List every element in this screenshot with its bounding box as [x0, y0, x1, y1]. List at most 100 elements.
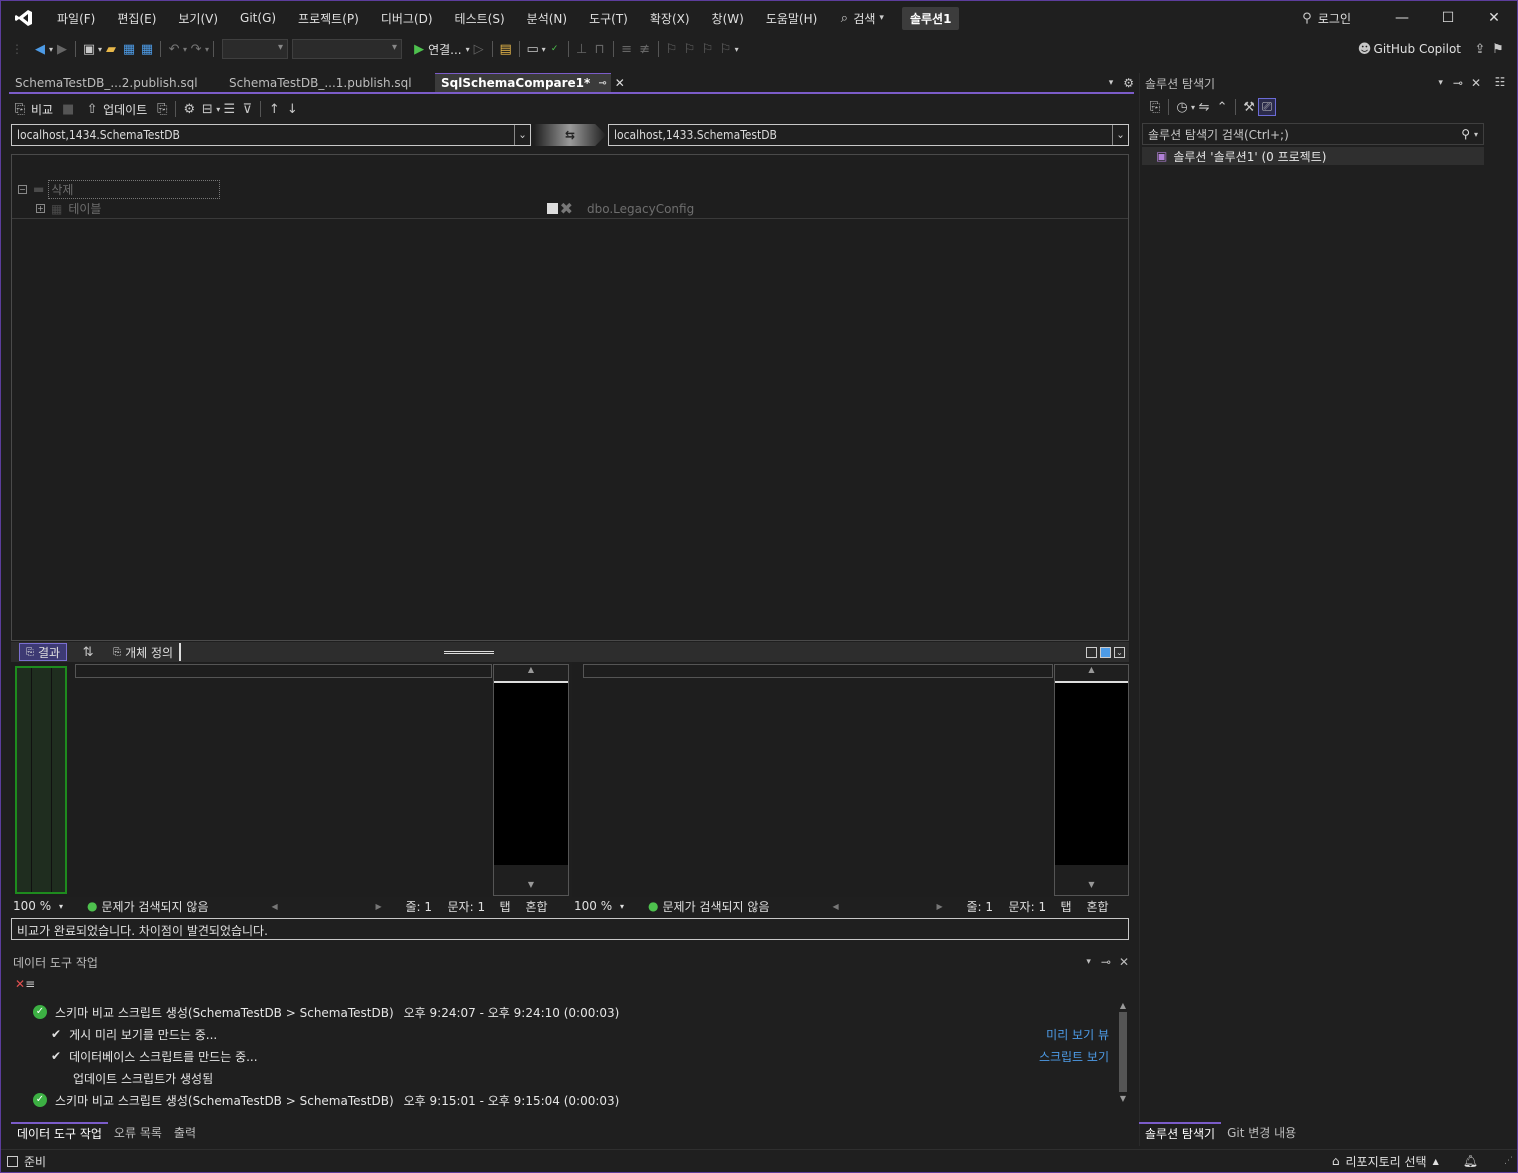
bookmark-next-icon[interactable]: ⚐ [699, 40, 717, 58]
start-without-debug-icon[interactable]: ▷ [470, 40, 488, 58]
configuration-combo[interactable] [222, 39, 289, 59]
minimize-button[interactable]: — [1379, 10, 1425, 26]
splitter-grip[interactable] [181, 650, 1086, 654]
tab-publish-2[interactable]: SchemaTestDB_...2.publish.sql [9, 73, 223, 92]
collapse-pane-icon[interactable]: ⌄ [1114, 646, 1125, 658]
chevron-down-icon[interactable]: ▾ [59, 902, 63, 911]
sort-icon[interactable]: ⇅ [79, 643, 97, 661]
menu-git[interactable]: Git(G) [240, 11, 276, 25]
view-script-link[interactable]: 스크립트 보기 [1039, 1048, 1109, 1065]
bookmark-prev-icon[interactable]: ⚐ [681, 40, 699, 58]
login-button[interactable]: ⚲ 로그인 [1298, 9, 1351, 27]
tab-solution-explorer[interactable]: 솔루션 탐색기 [1139, 1122, 1222, 1142]
menu-tools[interactable]: 도구(T) [589, 10, 628, 27]
scroll-left-icon[interactable]: ◀ [272, 902, 376, 911]
generate-script-icon[interactable]: ⎘ [153, 100, 171, 118]
tree-row-table[interactable]: + ▦ 테이블 ✖ dbo.LegacyConfig [12, 199, 1128, 219]
scroll-left-icon[interactable]: ◀ [833, 902, 937, 911]
chevron-down-icon[interactable]: ⌄ [1112, 125, 1128, 145]
solution-explorer-search[interactable]: 솔루션 탐색기 검색(Ctrl+;) ⚲ ▾ [1142, 123, 1484, 145]
tree-group-delete[interactable]: − ▬ 삭제 [12, 179, 1128, 199]
start-icon[interactable]: ▶ [410, 40, 428, 58]
close-window-button[interactable]: ✕ [1471, 10, 1517, 26]
tab-error-list[interactable]: 오류 목록 [108, 1122, 168, 1142]
menu-view[interactable]: 보기(V) [178, 10, 218, 27]
save-all-icon[interactable]: ▦ [138, 40, 156, 58]
tab-sql-schema-compare[interactable]: SqlSchemaCompare1* ⊸ ✕ [435, 73, 625, 92]
layout-horizontal-icon[interactable] [1100, 646, 1111, 658]
properties-icon[interactable]: ☷ [1491, 73, 1509, 91]
chevron-down-icon[interactable]: ▾ [1086, 957, 1091, 967]
menu-file[interactable]: 파일(F) [57, 10, 95, 27]
spell-check-icon[interactable]: ✓ [546, 40, 564, 58]
share-icon[interactable]: ⇪ [1471, 40, 1489, 58]
pin-icon[interactable]: ⊸ [1453, 76, 1463, 90]
chevron-down-icon[interactable]: ⌄ [514, 125, 530, 145]
preview-view-link[interactable]: 미리 보기 뷰 [1046, 1026, 1109, 1043]
next-change-icon[interactable]: ↓ [283, 100, 301, 118]
tab-list-dropdown-icon[interactable]: ▾ [1109, 78, 1114, 88]
menu-edit[interactable]: 편집(E) [117, 10, 156, 27]
bookmark-clear-icon[interactable]: ⚐ [717, 40, 735, 58]
chevron-down-icon[interactable]: ▾ [1438, 78, 1443, 88]
chevron-down-icon[interactable]: ▾ [620, 902, 624, 911]
new-project-icon[interactable]: ▣ [80, 40, 98, 58]
options-gear-icon[interactable]: ⚙ [180, 100, 198, 118]
layout-vertical-icon[interactable] [1086, 646, 1097, 658]
comment-icon[interactable]: ≡ [618, 40, 636, 58]
preview-icon[interactable]: ⎚ [1258, 98, 1277, 116]
menu-debug[interactable]: 디버그(D) [381, 10, 433, 27]
back-icon[interactable]: ◀ [31, 40, 49, 58]
target-navigation-bar[interactable] [583, 664, 1053, 678]
menu-project[interactable]: 프로젝트(P) [298, 10, 359, 27]
swap-direction-button[interactable]: ⇆ [534, 124, 606, 146]
forward-icon[interactable]: ▶ [53, 40, 71, 58]
feedback-icon[interactable]: ⚑ [1489, 40, 1507, 58]
layout-icon[interactable]: ▭ [524, 40, 542, 58]
chevron-down-icon[interactable]: ▾ [1474, 130, 1478, 139]
resize-grip[interactable]: ⋰ [1504, 1156, 1513, 1166]
tab-data-tools[interactable]: 데이터 도구 작업 [11, 1122, 108, 1142]
previous-change-icon[interactable]: ↑ [265, 100, 283, 118]
menu-test[interactable]: 테스트(S) [455, 10, 505, 27]
menu-extensions[interactable]: 확장(X) [650, 10, 690, 27]
zoom-select[interactable]: 100 % [11, 899, 59, 913]
solution-node[interactable]: ▣ 솔루션 '솔루션1' (0 프로젝트) [1142, 147, 1484, 165]
github-copilot-button[interactable]: ☻ GitHub Copilot [1356, 40, 1461, 58]
connect-button[interactable]: 연결... [428, 41, 462, 58]
clear-list-icon[interactable]: ✕≡ [15, 977, 35, 991]
pin-icon[interactable]: ⊸ [598, 78, 606, 89]
history-icon[interactable]: ◷ [1173, 98, 1191, 116]
target-database-select[interactable]: localhost,1433.SchemaTestDB ⌄ [608, 124, 1129, 146]
pin-icon[interactable]: ⊸ [1101, 955, 1111, 969]
step-over-icon[interactable]: ⊓ [591, 40, 609, 58]
chevron-down-icon[interactable]: ▾ [205, 45, 209, 54]
menu-help[interactable]: 도움말(H) [766, 10, 818, 27]
source-vertical-scrollbar[interactable]: ▲ ▼ [493, 664, 569, 896]
group-by-icon[interactable]: ⊟ [198, 100, 216, 118]
collapse-icon[interactable]: − [18, 184, 27, 194]
source-database-select[interactable]: localhost,1434.SchemaTestDB ⌄ [11, 124, 531, 146]
collapse-all-icon[interactable]: ⌃ [1213, 98, 1231, 116]
tab-object-definition[interactable]: ⎘ 개체 정의 [107, 643, 182, 661]
menu-analyze[interactable]: 분석(N) [527, 10, 567, 27]
tab-publish-1[interactable]: SchemaTestDB_...1.publish.sql [223, 73, 435, 92]
scroll-right-icon[interactable]: ▶ [376, 902, 406, 911]
gear-icon[interactable]: ⚙ [1123, 76, 1134, 90]
source-navigation-bar[interactable] [75, 664, 492, 678]
maximize-button[interactable]: ☐ [1425, 10, 1471, 26]
task-list-scrollbar[interactable]: ▲ ▼ [1117, 1001, 1129, 1121]
close-icon[interactable]: ✕ [1119, 955, 1129, 969]
global-search[interactable]: ⌕ 검색 ▾ [835, 9, 884, 27]
tab-output[interactable]: 출력 [168, 1122, 202, 1142]
undo-icon[interactable]: ↶ [165, 40, 183, 58]
filter-icon[interactable]: ⊽ [238, 100, 256, 118]
tab-git-changes[interactable]: Git 변경 내용 [1221, 1122, 1302, 1142]
step-icon[interactable]: ⊥ [573, 40, 591, 58]
select-repository-button[interactable]: ⌂ 리포지토리 선택 ▲ [1332, 1153, 1439, 1170]
expand-icon[interactable]: + [36, 204, 45, 213]
stop-icon[interactable]: ■ [59, 100, 77, 118]
scroll-right-icon[interactable]: ▶ [937, 902, 967, 911]
target-vertical-scrollbar[interactable]: ▲ ▼ [1054, 664, 1129, 896]
tab-results[interactable]: ⎘ 결과 [19, 643, 68, 661]
